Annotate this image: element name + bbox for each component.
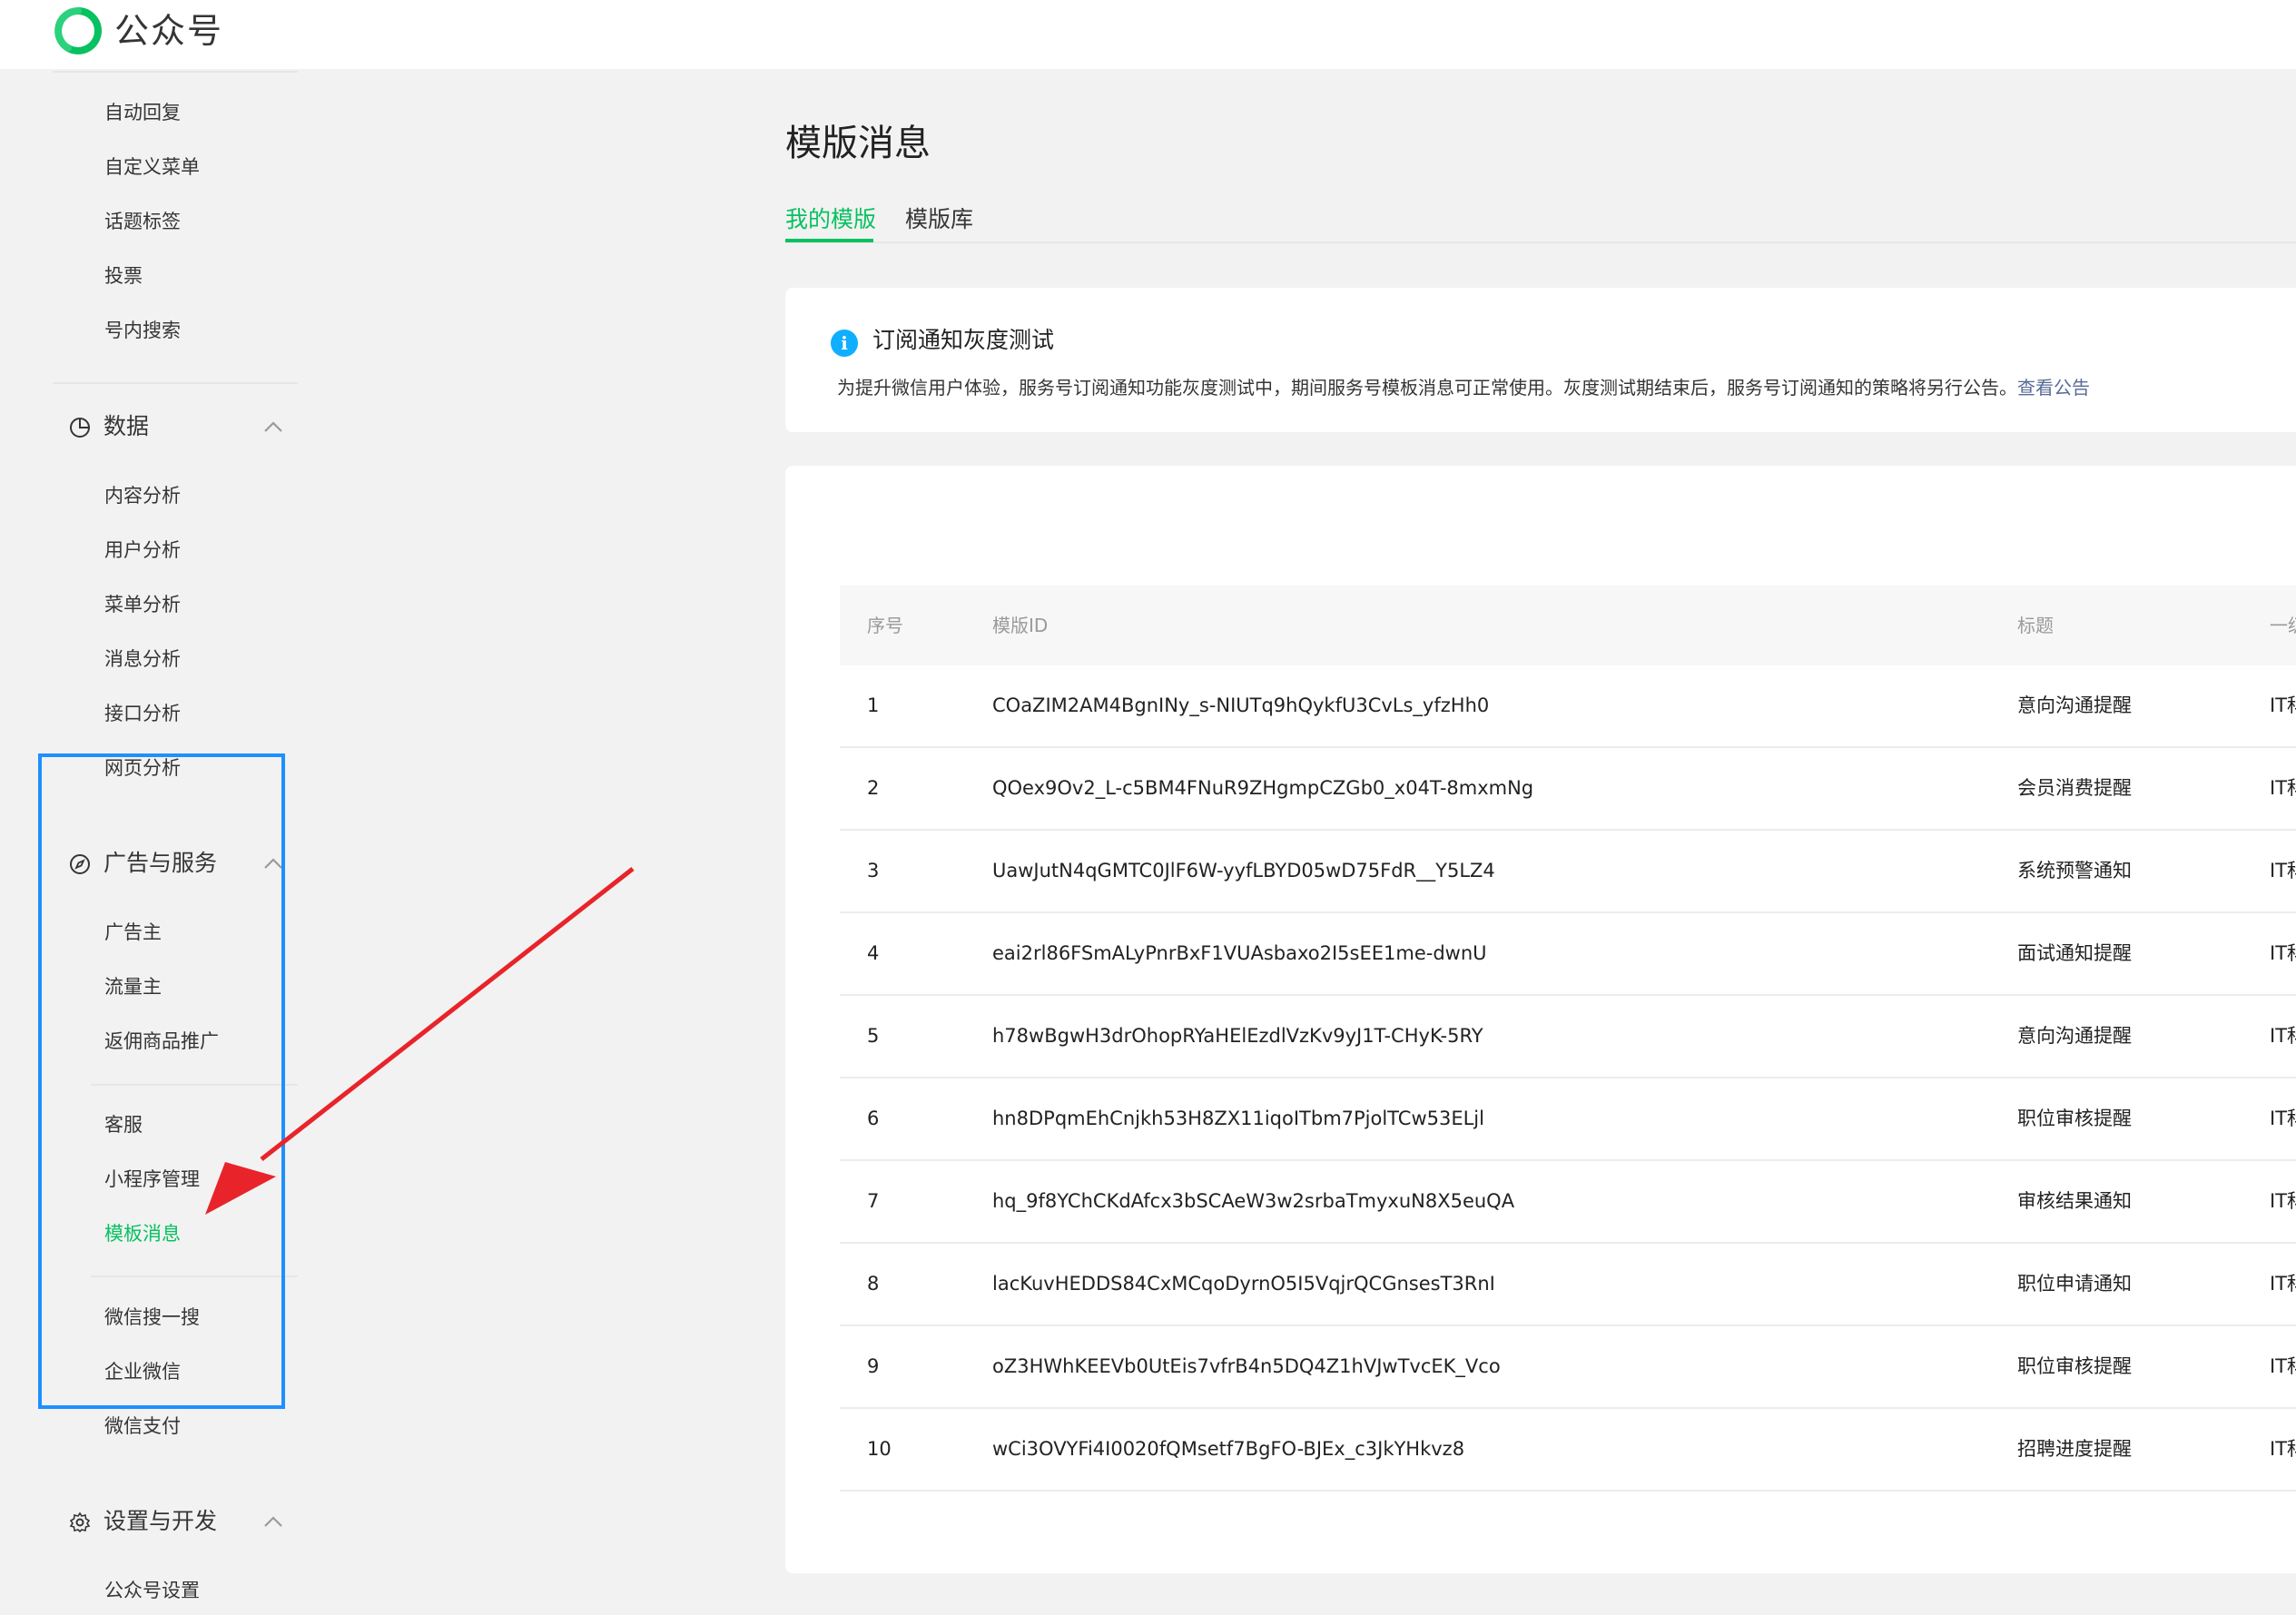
table-row[interactable]: 7 hq_9f8YChCKdAfcx3bSCAeW3w2srbaTmyxuN8X… bbox=[840, 1161, 2296, 1244]
cell-no: 7 bbox=[867, 1190, 880, 1212]
table-row[interactable]: 3 UawJutN4qGMTC0JlF6W-yyfLBYD05wD75FdR__… bbox=[840, 831, 2296, 913]
cell-industry: IT科技 bbox=[2270, 860, 2296, 881]
cell-no: 1 bbox=[867, 694, 880, 716]
sidebar-group-label: 数据 bbox=[103, 413, 150, 439]
cell-template-id: QOex9Ov2_L-c5BM4FNuR9ZHgmpCZGb0_x04T-8mx… bbox=[992, 777, 1534, 799]
sidebar-item-in-account-search[interactable]: 号内搜索 bbox=[104, 317, 181, 344]
sidebar-item-account-settings[interactable]: 公众号设置 bbox=[104, 1577, 200, 1604]
sidebar-divider bbox=[53, 71, 298, 73]
sidebar-item-vote[interactable]: 投票 bbox=[104, 262, 143, 290]
notice-title: 订阅通知灰度测试 bbox=[872, 327, 1055, 353]
sidebar-item-user-analysis[interactable]: 用户分析 bbox=[104, 537, 181, 564]
tabs-divider bbox=[785, 241, 2296, 243]
chevron-up-icon[interactable] bbox=[263, 419, 283, 434]
cell-template-id: oZ3HWhKEEVb0UtEis7vfrB4n5DQ4Z1hVJwTvcEK_… bbox=[992, 1355, 1501, 1377]
table-row[interactable]: 10 wCi3OVYFi4I0020fQMsetf7BgFO-BJEx_c3Jk… bbox=[840, 1409, 2296, 1492]
cell-title: 面试通知提醒 bbox=[2017, 942, 2132, 964]
cell-title: 招聘进度提醒 bbox=[2017, 1438, 2132, 1460]
cell-industry: IT科技 bbox=[2270, 1108, 2296, 1129]
table-row[interactable]: 9 oZ3HWhKEEVb0UtEis7vfrB4n5DQ4Z1hVJwTvcE… bbox=[840, 1326, 2296, 1409]
column-header-no: 序号 bbox=[867, 615, 903, 636]
cell-title: 会员消费提醒 bbox=[2017, 777, 2132, 799]
sidebar-item-auto-reply[interactable]: 自动回复 bbox=[104, 99, 181, 126]
cell-title: 意向沟通提醒 bbox=[2017, 1025, 2132, 1047]
cell-industry: IT科技 bbox=[2270, 1025, 2296, 1047]
sidebar-group-data[interactable]: 数据 bbox=[65, 409, 289, 445]
cell-industry: IT科技 bbox=[2270, 1190, 2296, 1212]
cell-template-id: hq_9f8YChCKdAfcx3bSCAeW3w2srbaTmyxuN8X5e… bbox=[992, 1190, 1515, 1212]
cell-industry: IT科技 bbox=[2270, 1355, 2296, 1377]
cell-template-id: hn8DPqmEhCnjkh53H8ZX11iqoITbm7PjolTCw53E… bbox=[992, 1108, 1484, 1129]
template-table-card: 序号 模版ID 标题 一级行业 1 COaZIM2AM4BgnINy_s-NIU… bbox=[785, 466, 2296, 1573]
cell-template-id: UawJutN4qGMTC0JlF6W-yyfLBYD05wD75FdR__Y5… bbox=[992, 860, 1495, 881]
column-header-title: 标题 bbox=[2017, 615, 2054, 636]
cell-industry: IT科技 bbox=[2270, 1273, 2296, 1295]
cell-title: 系统预警通知 bbox=[2017, 860, 2132, 881]
notice-card: i 订阅通知灰度测试 为提升微信用户体验，服务号订阅通知功能灰度测试中，期间服务… bbox=[785, 288, 2296, 432]
sidebar-item-custom-menu[interactable]: 自定义菜单 bbox=[104, 153, 200, 181]
cell-template-id: lacKuvHEDDS84CxMCqoDyrnO5I5VqjrQCGnsesT3… bbox=[992, 1273, 1495, 1295]
sidebar-item-content-analysis[interactable]: 内容分析 bbox=[104, 482, 181, 509]
cell-template-id: eai2rl86FSmALyPnrBxF1VUAsbaxo2I5sEE1me-d… bbox=[992, 942, 1487, 964]
table-row[interactable]: 6 hn8DPqmEhCnjkh53H8ZX11iqoITbm7PjolTCw5… bbox=[840, 1078, 2296, 1161]
cell-no: 5 bbox=[867, 1025, 880, 1047]
cell-template-id: h78wBgwH3drOhopRYaHElEzdlVzKv9yJ1T-CHyK-… bbox=[992, 1025, 1483, 1047]
tab-template-library[interactable]: 模版库 bbox=[905, 204, 973, 235]
gear-icon bbox=[69, 1512, 91, 1533]
wechat-official-account-logo-icon[interactable] bbox=[53, 5, 103, 56]
sidebar-item-message-analysis[interactable]: 消息分析 bbox=[104, 645, 181, 673]
sidebar-item-topic-tags[interactable]: 话题标签 bbox=[104, 208, 181, 235]
brand-name[interactable]: 公众号 bbox=[114, 7, 223, 54]
tab-active-indicator bbox=[785, 239, 873, 242]
column-header-template-id: 模版ID bbox=[992, 615, 1049, 636]
cell-template-id: COaZIM2AM4BgnINy_s-NIUTq9hQykfU3CvLs_yfz… bbox=[992, 694, 1490, 716]
cell-title: 职位审核提醒 bbox=[2017, 1108, 2132, 1129]
pie-chart-icon bbox=[70, 418, 90, 438]
cell-industry: IT科技 bbox=[2270, 694, 2296, 716]
cell-no: 6 bbox=[867, 1108, 880, 1129]
cell-template-id: wCi3OVYFi4I0020fQMsetf7BgFO-BJEx_c3JkYHk… bbox=[992, 1438, 1465, 1460]
table-row[interactable]: 5 h78wBgwH3drOhopRYaHElEzdlVzKv9yJ1T-CHy… bbox=[840, 996, 2296, 1078]
table-row[interactable]: 1 COaZIM2AM4BgnINy_s-NIUTq9hQykfU3CvLs_y… bbox=[840, 665, 2296, 748]
sidebar-group-settings-dev[interactable]: 设置与开发 bbox=[65, 1503, 289, 1540]
table-row[interactable]: 8 lacKuvHEDDS84CxMCqoDyrnO5I5VqjrQCGnses… bbox=[840, 1244, 2296, 1326]
cell-title: 职位审核提醒 bbox=[2017, 1355, 2132, 1377]
info-icon: i bbox=[831, 330, 858, 357]
notice-description-text: 为提升微信用户体验，服务号订阅通知功能灰度测试中，期间服务号模板消息可正常使用。… bbox=[837, 377, 2017, 399]
cell-industry: IT科技 bbox=[2270, 777, 2296, 799]
cell-industry: IT科技 bbox=[2270, 942, 2296, 964]
cell-no: 4 bbox=[867, 942, 880, 964]
top-bar: 公众号 bbox=[0, 0, 2296, 69]
cell-no: 9 bbox=[867, 1355, 880, 1377]
page-title: 模版消息 bbox=[785, 123, 931, 164]
sidebar-item-api-analysis[interactable]: 接口分析 bbox=[104, 700, 181, 727]
cell-no: 10 bbox=[867, 1438, 892, 1460]
cell-title: 审核结果通知 bbox=[2017, 1190, 2132, 1212]
sidebar-item-menu-analysis[interactable]: 菜单分析 bbox=[104, 591, 181, 618]
view-announcement-link[interactable]: 查看公告 bbox=[2017, 377, 2090, 399]
chevron-up-icon[interactable] bbox=[263, 1514, 283, 1529]
sidebar-item-wechat-pay[interactable]: 微信支付 bbox=[104, 1413, 181, 1440]
cell-title: 职位申请通知 bbox=[2017, 1273, 2132, 1295]
table-row[interactable]: 4 eai2rl86FSmALyPnrBxF1VUAsbaxo2I5sEE1me… bbox=[840, 913, 2296, 996]
tab-my-templates[interactable]: 我的模版 bbox=[785, 204, 876, 235]
table-header: 序号 模版ID 标题 一级行业 bbox=[840, 586, 2296, 665]
annotation-arrow-shaft bbox=[260, 867, 635, 1161]
sidebar-divider bbox=[53, 382, 298, 384]
notice-description: 为提升微信用户体验，服务号订阅通知功能灰度测试中，期间服务号模板消息可正常使用。… bbox=[837, 374, 2090, 401]
annotation-highlight-box bbox=[38, 753, 285, 1409]
cell-title: 意向沟通提醒 bbox=[2017, 694, 2132, 716]
cell-no: 8 bbox=[867, 1273, 880, 1295]
cell-industry: IT科技 bbox=[2270, 1438, 2296, 1460]
sidebar-group-label: 设置与开发 bbox=[103, 1508, 218, 1534]
cell-no: 3 bbox=[867, 860, 880, 881]
cell-no: 2 bbox=[867, 777, 880, 799]
column-header-industry: 一级行业 bbox=[2270, 615, 2296, 636]
table-row[interactable]: 2 QOex9Ov2_L-c5BM4FNuR9ZHgmpCZGb0_x04T-8… bbox=[840, 748, 2296, 831]
